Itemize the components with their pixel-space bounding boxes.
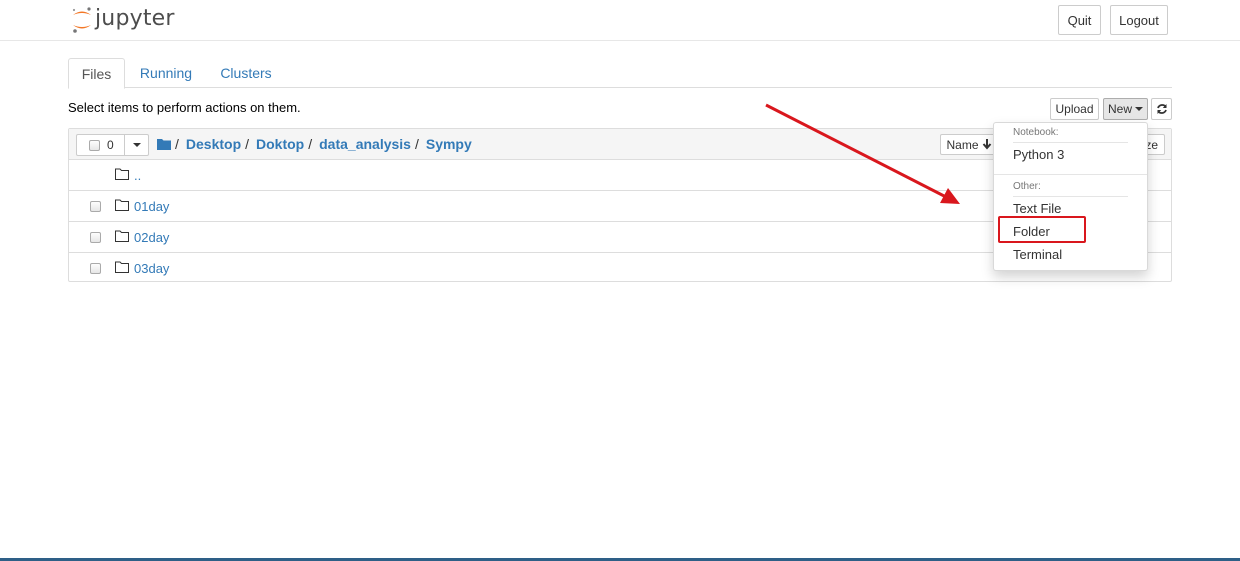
breadcrumb-separator: / bbox=[414, 136, 419, 152]
new-button-label: New bbox=[1107, 102, 1132, 116]
selected-count: 0 bbox=[107, 138, 114, 152]
instructions-text: Select items to perform actions on them. bbox=[68, 100, 301, 115]
annotation-arrow bbox=[765, 103, 960, 204]
item-name[interactable]: .. bbox=[134, 168, 141, 183]
select-all-checkbox[interactable] bbox=[89, 140, 100, 151]
other-section-header: Other: bbox=[1013, 181, 1041, 192]
jupyter-logo-icon bbox=[72, 7, 91, 33]
arrow-down-icon bbox=[982, 139, 991, 150]
tab-bar: Files Running Clusters bbox=[68, 58, 1172, 89]
select-dropdown-toggle[interactable] bbox=[124, 134, 149, 156]
menu-divider bbox=[994, 174, 1147, 175]
breadcrumb-separator: / bbox=[175, 136, 179, 152]
breadcrumb-link[interactable]: Sympy bbox=[426, 136, 472, 152]
tab-running[interactable]: Running bbox=[138, 58, 194, 88]
folder-icon bbox=[115, 168, 129, 180]
folder-highlight-box bbox=[998, 216, 1086, 243]
breadcrumb-separator: / bbox=[308, 136, 313, 152]
folder-icon bbox=[115, 230, 129, 242]
item-checkbox[interactable] bbox=[90, 201, 101, 212]
jupyter-logo[interactable]: jupyter bbox=[71, 5, 175, 35]
breadcrumb-link[interactable]: data_analysis bbox=[319, 136, 411, 152]
menu-item-terminal[interactable]: Terminal bbox=[1013, 247, 1062, 262]
notebook-section-header: Notebook: bbox=[1013, 127, 1059, 138]
item-checkbox[interactable] bbox=[90, 263, 101, 274]
new-button[interactable]: New bbox=[1103, 98, 1148, 120]
folder-icon[interactable] bbox=[157, 138, 171, 150]
menu-divider bbox=[1013, 196, 1128, 197]
breadcrumb-separator: / bbox=[245, 136, 250, 152]
item-name[interactable]: 01day bbox=[134, 199, 169, 214]
item-name[interactable]: 02day bbox=[134, 230, 169, 245]
menu-divider bbox=[1013, 142, 1128, 143]
caret-down-icon bbox=[1135, 107, 1143, 111]
tab-files[interactable]: Files bbox=[68, 58, 125, 89]
app-header: jupyter Quit Logout bbox=[0, 0, 1240, 41]
item-checkbox[interactable] bbox=[90, 232, 101, 243]
breadcrumb-link[interactable]: Doktop bbox=[256, 136, 304, 152]
logo-text: jupyter bbox=[95, 5, 175, 31]
refresh-icon bbox=[1156, 104, 1167, 114]
breadcrumb: / Desktop / Doktop / data_analysis / Sym… bbox=[157, 136, 472, 152]
tab-clusters[interactable]: Clusters bbox=[218, 58, 274, 88]
upload-button[interactable]: Upload bbox=[1050, 98, 1099, 120]
folder-icon bbox=[115, 199, 129, 211]
quit-button[interactable]: Quit bbox=[1058, 5, 1101, 35]
menu-item-python3[interactable]: Python 3 bbox=[1013, 147, 1064, 162]
folder-icon bbox=[115, 261, 129, 273]
breadcrumb-link[interactable]: Desktop bbox=[186, 136, 241, 152]
select-all-group[interactable]: 0 bbox=[76, 134, 149, 156]
refresh-button[interactable] bbox=[1151, 98, 1172, 120]
caret-down-icon bbox=[133, 143, 141, 147]
new-dropdown-menu: Notebook: Python 3 Other: Text File Fold… bbox=[993, 122, 1148, 271]
item-name[interactable]: 03day bbox=[134, 261, 169, 276]
menu-item-text-file[interactable]: Text File bbox=[1013, 201, 1061, 216]
logout-button[interactable]: Logout bbox=[1110, 5, 1168, 35]
